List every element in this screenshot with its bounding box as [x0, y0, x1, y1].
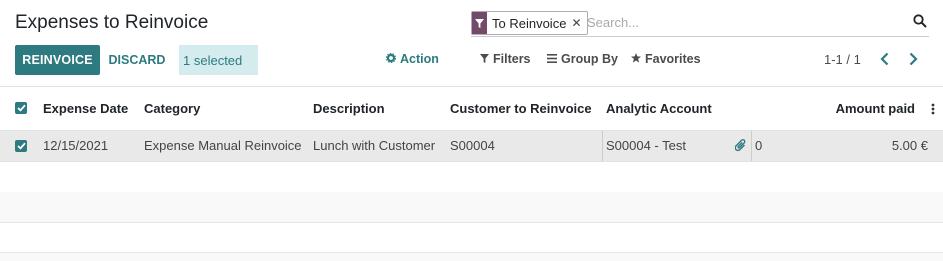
reinvoice-button[interactable]: REINVOICE	[15, 45, 100, 75]
column-header-category[interactable]: Category	[144, 101, 200, 116]
select-all-checkbox[interactable]	[15, 102, 27, 114]
list-icon	[547, 52, 557, 66]
row-checkbox[interactable]	[15, 140, 27, 152]
table-header: Expense Date Category Description Custom…	[0, 87, 943, 131]
search-input[interactable]	[587, 12, 887, 32]
cell-separator	[602, 131, 603, 161]
chevron-right-icon[interactable]	[907, 51, 921, 69]
column-header-analytic-account[interactable]: Analytic Account	[606, 101, 712, 116]
column-header-expense-date[interactable]: Expense Date	[43, 101, 128, 116]
cell-expense-date[interactable]: 12/15/2021	[43, 138, 108, 153]
search-bar: To Reinvoice ✕	[471, 10, 929, 37]
cell-analytic-account[interactable]: S00004 - Test	[606, 138, 686, 153]
cell-customer[interactable]: S00004	[450, 138, 495, 153]
search-facet-label: To Reinvoice	[492, 15, 567, 31]
table-footer	[0, 253, 943, 261]
cell-description[interactable]: Lunch with Customer	[313, 138, 435, 153]
discard-button[interactable]: DISCARD	[104, 45, 170, 75]
gear-icon	[385, 52, 397, 66]
table-row[interactable]: 12/15/2021 Expense Manual Reinvoice Lunc…	[0, 131, 943, 162]
cell-amount-paid[interactable]: 5.00 €	[892, 138, 928, 153]
star-icon	[631, 52, 641, 66]
cell-category[interactable]: Expense Manual Reinvoice	[144, 138, 302, 153]
groupby-dropdown[interactable]: Group By	[547, 52, 618, 66]
filter-icon	[472, 12, 487, 34]
search-icon[interactable]	[913, 14, 929, 30]
facet-remove-icon[interactable]: ✕	[571, 16, 586, 30]
selection-counter: 1 selected	[179, 45, 258, 75]
column-header-customer[interactable]: Customer to Reinvoice	[450, 101, 592, 116]
action-label: Action	[400, 52, 439, 66]
empty-row	[0, 222, 943, 253]
favorites-label: Favorites	[645, 52, 701, 66]
chevron-left-icon[interactable]	[879, 51, 893, 69]
search-facet: To Reinvoice ✕	[471, 11, 588, 35]
optional-columns-icon[interactable]	[931, 102, 935, 120]
pager-value[interactable]: 1-1 / 1	[824, 52, 861, 67]
filter-icon	[480, 52, 489, 66]
filters-label: Filters	[493, 52, 531, 66]
action-dropdown[interactable]: Action	[385, 52, 439, 66]
column-header-amount-paid[interactable]: Amount paid	[836, 101, 915, 116]
groupby-label: Group By	[561, 52, 618, 66]
favorites-dropdown[interactable]: Favorites	[631, 52, 701, 66]
cell-separator	[751, 131, 752, 161]
column-header-description[interactable]: Description	[313, 101, 385, 116]
page-title: Expenses to Reinvoice	[15, 12, 209, 33]
paperclip-icon[interactable]	[734, 139, 747, 157]
empty-row	[0, 192, 943, 223]
cell-extra-value[interactable]: 0	[755, 138, 762, 153]
empty-row	[0, 162, 943, 193]
filters-dropdown[interactable]: Filters	[480, 52, 531, 66]
